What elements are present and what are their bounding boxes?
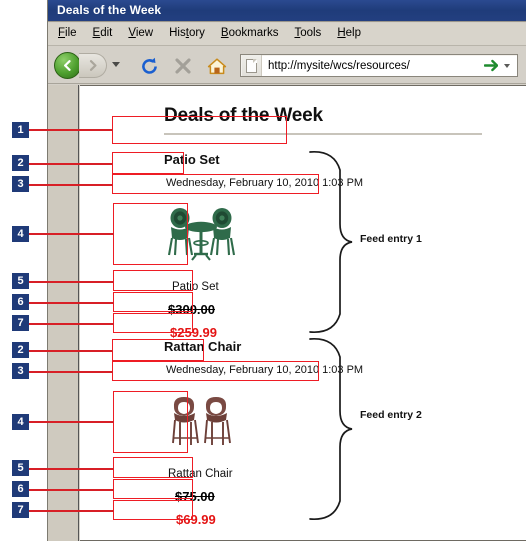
callout-badge-7b: 7 (12, 502, 29, 518)
callout-badge-2b: 2 (12, 342, 29, 358)
callout-badge-5b: 5 (12, 460, 29, 476)
patio-set-image (166, 205, 236, 270)
callout-badge-4b: 4 (12, 414, 29, 430)
callout-badge-4a: 4 (12, 226, 29, 242)
menu-bar: File Edit View History Bookmarks Tools H… (48, 23, 526, 46)
feed-entry-date-2: Wednesday, February 10, 2010 1:03 PM (166, 364, 364, 376)
home-button[interactable] (206, 55, 228, 77)
callout-badge-3a: 3 (12, 176, 29, 192)
heading-divider (164, 133, 482, 135)
menu-item-bookmarks[interactable]: Bookmarks (221, 27, 279, 39)
callout-badge-3b: 3 (12, 363, 29, 379)
menu-item-edit[interactable]: Edit (93, 27, 113, 39)
callout-badge-6b: 6 (12, 481, 29, 497)
browser-viewport: Deals of the Week Patio Set Wednesday, F… (48, 85, 526, 541)
callout-badge-7a: 7 (12, 315, 29, 331)
stop-button (172, 55, 194, 77)
callout-badge-2a: 2 (12, 155, 29, 171)
address-history-chevron-down-icon[interactable] (504, 63, 510, 68)
back-arrow-icon (64, 60, 71, 71)
product-name-1: Patio Set (172, 281, 219, 293)
callout-badge-6a: 6 (12, 294, 29, 310)
stop-icon (175, 58, 191, 74)
go-arrow-icon (484, 59, 498, 72)
navigation-toolbar: http://mysite/wcs/resources/ (48, 47, 526, 84)
original-price-2: $75.00 (175, 489, 215, 504)
sale-price-1: $259.99 (170, 325, 217, 340)
feed-entry-title-2: Rattan Chair (164, 339, 242, 354)
rattan-chair-image (170, 393, 234, 456)
reload-icon (141, 57, 157, 74)
menu-item-help[interactable]: Help (337, 27, 361, 39)
product-name-2: Rattan Chair (168, 468, 233, 480)
feed-entry-date-1: Wednesday, February 10, 2010 1:03 PM (166, 177, 364, 189)
back-button[interactable] (54, 52, 81, 79)
callout-badge-1: 1 (12, 122, 29, 138)
forward-button (79, 53, 107, 78)
original-price-1: $300.00 (168, 302, 215, 317)
window-titlebar: Deals of the Week (48, 0, 526, 22)
window-title: Deals of the Week (57, 3, 162, 17)
forward-arrow-icon (89, 60, 97, 71)
home-icon (207, 57, 227, 74)
page-content: Deals of the Week Patio Set Wednesday, F… (80, 85, 526, 541)
menu-item-tools[interactable]: Tools (294, 27, 321, 39)
sale-price-2: $69.99 (176, 512, 216, 527)
menu-item-history[interactable]: History (169, 27, 205, 39)
menu-item-file[interactable]: File (58, 27, 77, 39)
go-button[interactable] (484, 59, 498, 72)
page-title: Deals of the Week (164, 105, 323, 126)
page-left-gutter (48, 85, 79, 541)
chevron-down-icon[interactable] (112, 62, 120, 67)
menu-item-view[interactable]: View (128, 27, 153, 39)
screenshot-root: Deals of the Week File Edit View History… (0, 0, 526, 541)
address-input[interactable]: http://mysite/wcs/resources/ (268, 60, 484, 72)
address-bar[interactable]: http://mysite/wcs/resources/ (240, 54, 518, 77)
reload-button[interactable] (138, 55, 160, 77)
browser-window: Deals of the Week File Edit View History… (47, 0, 526, 541)
callout-badge-5a: 5 (12, 273, 29, 289)
page-icon (242, 55, 262, 76)
nav-button-group (54, 51, 130, 80)
feed-entry-title-1: Patio Set (164, 152, 220, 167)
